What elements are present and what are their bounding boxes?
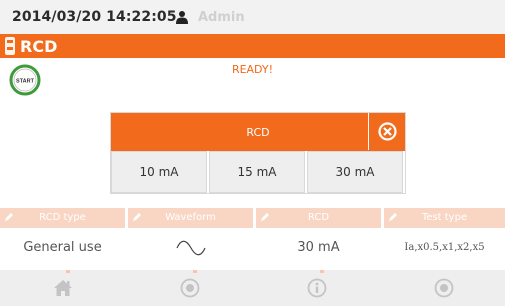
info-icon xyxy=(307,278,327,298)
param-rcd-type[interactable]: RCD type General use xyxy=(0,208,125,268)
info-button[interactable] xyxy=(254,270,380,306)
param-value xyxy=(128,228,253,268)
param-value: General use xyxy=(0,228,125,268)
option-15ma[interactable]: 15 mA xyxy=(209,151,305,193)
nav-marker xyxy=(193,270,197,273)
nav-marker xyxy=(320,270,324,273)
option-10ma[interactable]: 10 mA xyxy=(111,151,207,193)
record-button[interactable] xyxy=(127,270,253,306)
close-icon xyxy=(378,122,397,141)
sine-wave-icon xyxy=(175,240,206,256)
param-test-type[interactable]: Test type Ia,x0.5,x1,x2,x5 xyxy=(384,208,505,268)
parameter-panel: RCD type General use Waveform RCD 30 mA … xyxy=(0,208,505,268)
datetime: 2014/03/20 14:22:05 xyxy=(12,9,177,25)
param-value: Ia,x0.5,x1,x2,x5 xyxy=(384,228,505,268)
param-label: Waveform xyxy=(165,212,216,223)
nav-marker xyxy=(66,270,70,273)
param-value: 30 mA xyxy=(256,228,381,268)
start-label: START xyxy=(16,79,35,85)
status-bar: 2014/03/20 14:22:05 Admin xyxy=(0,0,505,34)
status-message: READY! xyxy=(231,63,274,76)
param-label: RCD type xyxy=(39,212,86,223)
param-waveform[interactable]: Waveform xyxy=(128,208,253,268)
record-button-2[interactable] xyxy=(381,270,505,306)
title-bar: RCD xyxy=(0,34,505,58)
dialog-header: RCD xyxy=(111,113,405,151)
current-options: 10 mA 15 mA 30 mA xyxy=(111,151,405,193)
page-title: RCD xyxy=(20,37,58,56)
home-button[interactable] xyxy=(0,270,126,306)
user-name: Admin xyxy=(198,10,245,25)
dialog-close-button[interactable] xyxy=(368,113,405,150)
rcd-dialog: RCD 10 mA 15 mA 30 mA xyxy=(110,112,406,194)
record-icon xyxy=(434,278,454,298)
param-rcd[interactable]: RCD 30 mA xyxy=(256,208,381,268)
user-icon xyxy=(176,11,188,24)
record-icon xyxy=(180,278,200,298)
param-label: Test type xyxy=(421,212,468,223)
param-label: RCD xyxy=(307,212,330,223)
home-icon xyxy=(54,280,72,296)
bottom-nav xyxy=(0,270,505,306)
dialog-title: RCD xyxy=(246,126,270,139)
rcd-icon xyxy=(5,37,15,55)
option-30ma[interactable]: 30 mA xyxy=(307,151,403,193)
